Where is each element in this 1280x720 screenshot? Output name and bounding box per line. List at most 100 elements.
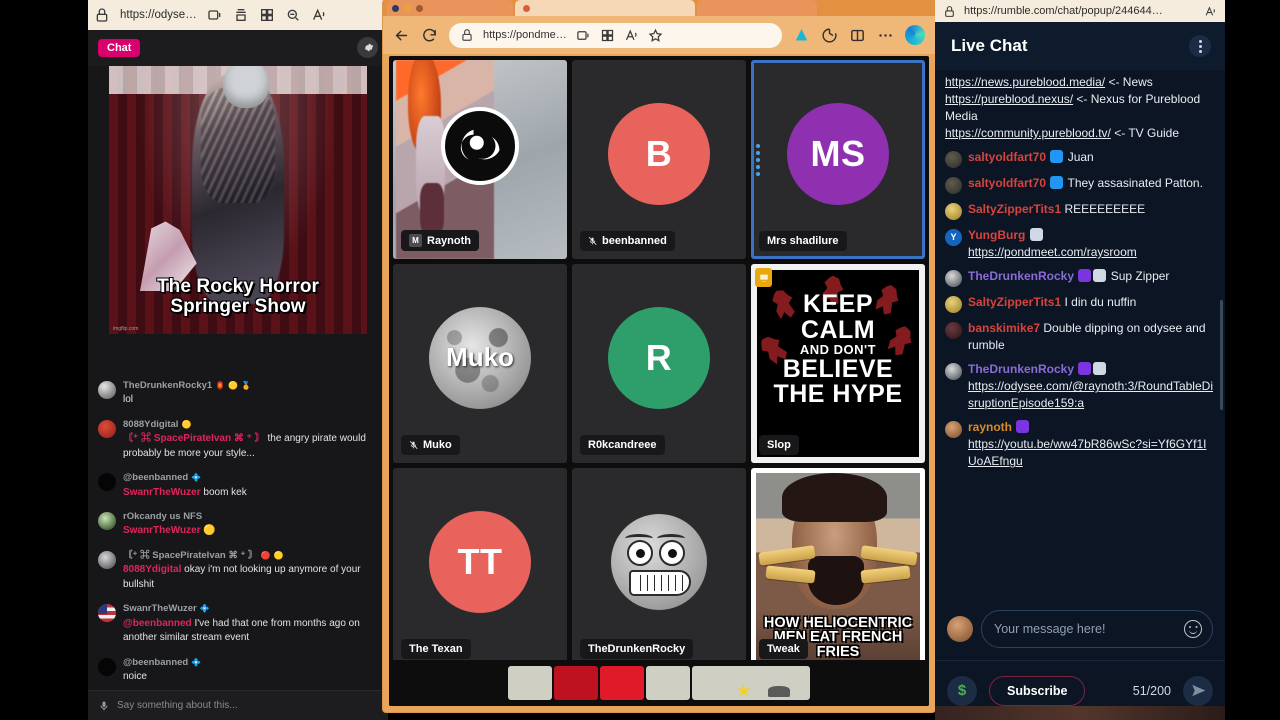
rumble-chat-link[interactable]: https://youtu.be/ww47bR86wSc?si=Yf6GYf1I… — [968, 437, 1206, 468]
chat-mention[interactable]: @beenbanned — [123, 618, 194, 629]
chat-username[interactable]: SwanrTheWuzer 💠 — [123, 603, 378, 615]
microphone-toggle-button[interactable] — [508, 666, 552, 700]
rumble-message-input[interactable]: Your message here! — [981, 610, 1213, 648]
dollar-icon[interactable]: $ — [947, 675, 977, 706]
pondmeet-address-text[interactable]: https://pondme… — [483, 29, 567, 41]
read-aloud-icon[interactable] — [1204, 5, 1217, 18]
chat-message: 8088Ydigital 🟡 〘⁺ ⌘ SpacePirateIvan ⌘ ⁺ 〙 … — [98, 419, 378, 461]
back-arrow-icon[interactable] — [393, 27, 410, 44]
rumble-username[interactable]: saltyoldfart70 — [968, 150, 1046, 164]
participant-tile-beenbanned[interactable]: B beenbanned — [572, 60, 746, 259]
participant-name-badge: R0kcandreee — [580, 435, 665, 455]
chat-mention[interactable]: SwanrTheWuzer — [123, 487, 203, 498]
page-title: Live Chat — [951, 36, 1028, 55]
gear-icon[interactable] — [357, 37, 378, 58]
split-screen-icon[interactable] — [207, 7, 223, 23]
rumble-username[interactable]: raynoth — [968, 420, 1012, 434]
pondmeet-video-grid-area: M Raynoth B beenbanned MS Mrs shadilure … — [389, 56, 929, 706]
zoom-out-icon[interactable] — [285, 7, 301, 23]
leave-call-button[interactable] — [600, 666, 644, 700]
camera-toggle-button[interactable] — [554, 666, 598, 700]
rumble-username[interactable]: banskimike7 — [968, 321, 1040, 335]
apps-grid-icon[interactable] — [259, 7, 275, 23]
participant-name-badge: The Texan — [401, 639, 471, 659]
copilot-icon[interactable] — [905, 25, 925, 45]
chat-badge-icon: 💠 — [199, 604, 210, 614]
rumble-username[interactable]: SaltyZipperTits1 — [968, 295, 1061, 309]
reload-icon[interactable] — [421, 27, 438, 44]
participant-name-text: The Texan — [409, 643, 463, 655]
rumble-username[interactable]: saltyoldfart70 — [968, 176, 1046, 190]
participant-tile-r0kcandreee[interactable]: R R0kcandreee — [572, 264, 746, 463]
chat-username[interactable]: 8088Ydigital 🟡 — [123, 419, 378, 431]
participant-name-badge: Muko — [401, 435, 460, 455]
microphone-icon — [100, 701, 108, 710]
participant-tile-the-texan[interactable]: TT The Texan — [393, 468, 567, 667]
rumble-chat-link[interactable]: https://pondmeet.com/raysroom — [968, 245, 1137, 259]
participant-tile-tweak[interactable]: HOW HELIOCENTRIC MEN EAT FRENCH FRIES Tw… — [751, 468, 925, 667]
participant-tile-mrs-shadilure[interactable]: MS Mrs shadilure — [751, 60, 925, 259]
more-options-icon[interactable] — [877, 27, 894, 44]
screen-share-button[interactable] — [646, 666, 690, 700]
chat-username[interactable]: @beenbanned 💠 — [123, 472, 378, 484]
moderator-badge-icon: M — [409, 234, 422, 247]
chat-tab[interactable]: Chat — [98, 39, 141, 57]
tab-favicon-3 — [416, 4, 423, 12]
rumble-chat-link[interactable]: https://pureblood.nexus/ — [945, 92, 1073, 106]
rumble-user-badge-icon — [1029, 228, 1043, 242]
participant-tile-slop[interactable]: KEEP CALM AND DON'T BELIEVE THE HYPE Slo… — [751, 264, 925, 463]
chat-mention[interactable]: 〘⁺ ⌘ SpacePirateIvan ⌘ ⁺ 〙 — [123, 433, 268, 444]
read-aloud-icon[interactable] — [311, 7, 327, 23]
browser-tab-3[interactable] — [697, 0, 817, 16]
odysee-message-composer[interactable]: Say something about this... — [88, 690, 388, 720]
chat-mention[interactable]: 8088Ydigital — [123, 564, 184, 575]
smiley-icon[interactable] — [1184, 620, 1202, 638]
rumble-username[interactable]: TheDrunkenRocky — [968, 362, 1074, 376]
star-reaction-icon — [737, 683, 751, 697]
chat-badge-icon: 🏮 — [215, 381, 226, 391]
chat-message: 〘⁺ ⌘ SpacePirateIvan ⌘ ⁺ 〙 🔴 🟡 8088Ydigital… — [98, 550, 378, 592]
rumble-chat-message: banskimike7 Double dipping on odysee and… — [945, 320, 1215, 354]
rumble-chat-link[interactable]: https://community.pureblood.tv/ — [945, 126, 1111, 140]
rumble-address-text[interactable]: https://rumble.com/chat/popup/244644… — [964, 5, 1196, 17]
rumble-chat-message: raynoth https://youtu.be/ww47bR86wSc?si=… — [945, 419, 1215, 470]
read-aloud-icon[interactable] — [624, 28, 639, 43]
more-options-icon[interactable] — [1189, 35, 1211, 57]
favorite-star-icon[interactable] — [648, 28, 663, 43]
avatar — [98, 419, 116, 438]
participant-tile-muko[interactable]: Muko Muko — [393, 264, 567, 463]
subscribe-button[interactable]: Subscribe — [989, 675, 1086, 706]
chat-username[interactable]: @beenbanned 💠 — [123, 657, 378, 669]
browser-tab-1[interactable] — [387, 0, 513, 16]
send-icon[interactable] — [1183, 675, 1213, 706]
odysee-address-text[interactable]: https://odyse… — [120, 9, 197, 21]
rumble-username[interactable]: YungBurg — [968, 228, 1025, 242]
reactions-and-settings-button[interactable] — [692, 666, 810, 700]
rumble-link-line: https://pureblood.nexus/ <- Nexus for Pu… — [945, 92, 1201, 124]
participant-tile-thedrunkenrocky[interactable]: TheDrunkenRocky — [572, 468, 746, 667]
settings-glyph-icon — [767, 685, 790, 697]
chat-mention[interactable]: SwanrTheWuzer — [123, 525, 203, 536]
avatar — [945, 296, 962, 314]
participant-name-badge: Tweak — [759, 639, 808, 659]
rumble-chat-message: SaltyZipperTits1 REEEEEEEEE — [945, 201, 1215, 221]
pondmeet-address-bar[interactable]: https://pondme… — [449, 22, 782, 48]
split-pane-icon[interactable] — [849, 27, 866, 44]
browser-essentials-icon[interactable] — [821, 27, 838, 44]
extension-icon[interactable] — [793, 27, 810, 44]
collections-icon[interactable] — [600, 28, 615, 43]
chat-username[interactable]: rOkcandy us NFS — [123, 511, 378, 523]
rumble-username[interactable]: SaltyZipperTits1 — [968, 202, 1061, 216]
chat-username[interactable]: TheDrunkenRocky1 🏮 🟡 🏅 — [123, 380, 378, 392]
chat-username[interactable]: 〘⁺ ⌘ SpacePirateIvan ⌘ ⁺ 〙 🔴 🟡 — [123, 550, 378, 562]
rumble-chat-link[interactable]: https://news.pureblood.media/ — [945, 75, 1105, 89]
split-screen-icon[interactable] — [576, 28, 591, 43]
rumble-chat-link[interactable]: https://odysee.com/@raynoth:3/RoundTable… — [968, 379, 1213, 410]
rumble-username[interactable]: TheDrunkenRocky — [968, 269, 1074, 283]
participant-tile-raynoth[interactable]: M Raynoth — [393, 60, 567, 259]
collections-icon[interactable] — [233, 7, 249, 23]
rumble-chat-scrollbar[interactable] — [1220, 300, 1223, 410]
browser-tab-active[interactable] — [515, 0, 695, 16]
stream-thumbnail[interactable]: The Rocky Horror Springer Show imgflip.c… — [109, 66, 367, 334]
rumble-message-content: raynoth https://youtu.be/ww47bR86wSc?si=… — [968, 419, 1215, 470]
